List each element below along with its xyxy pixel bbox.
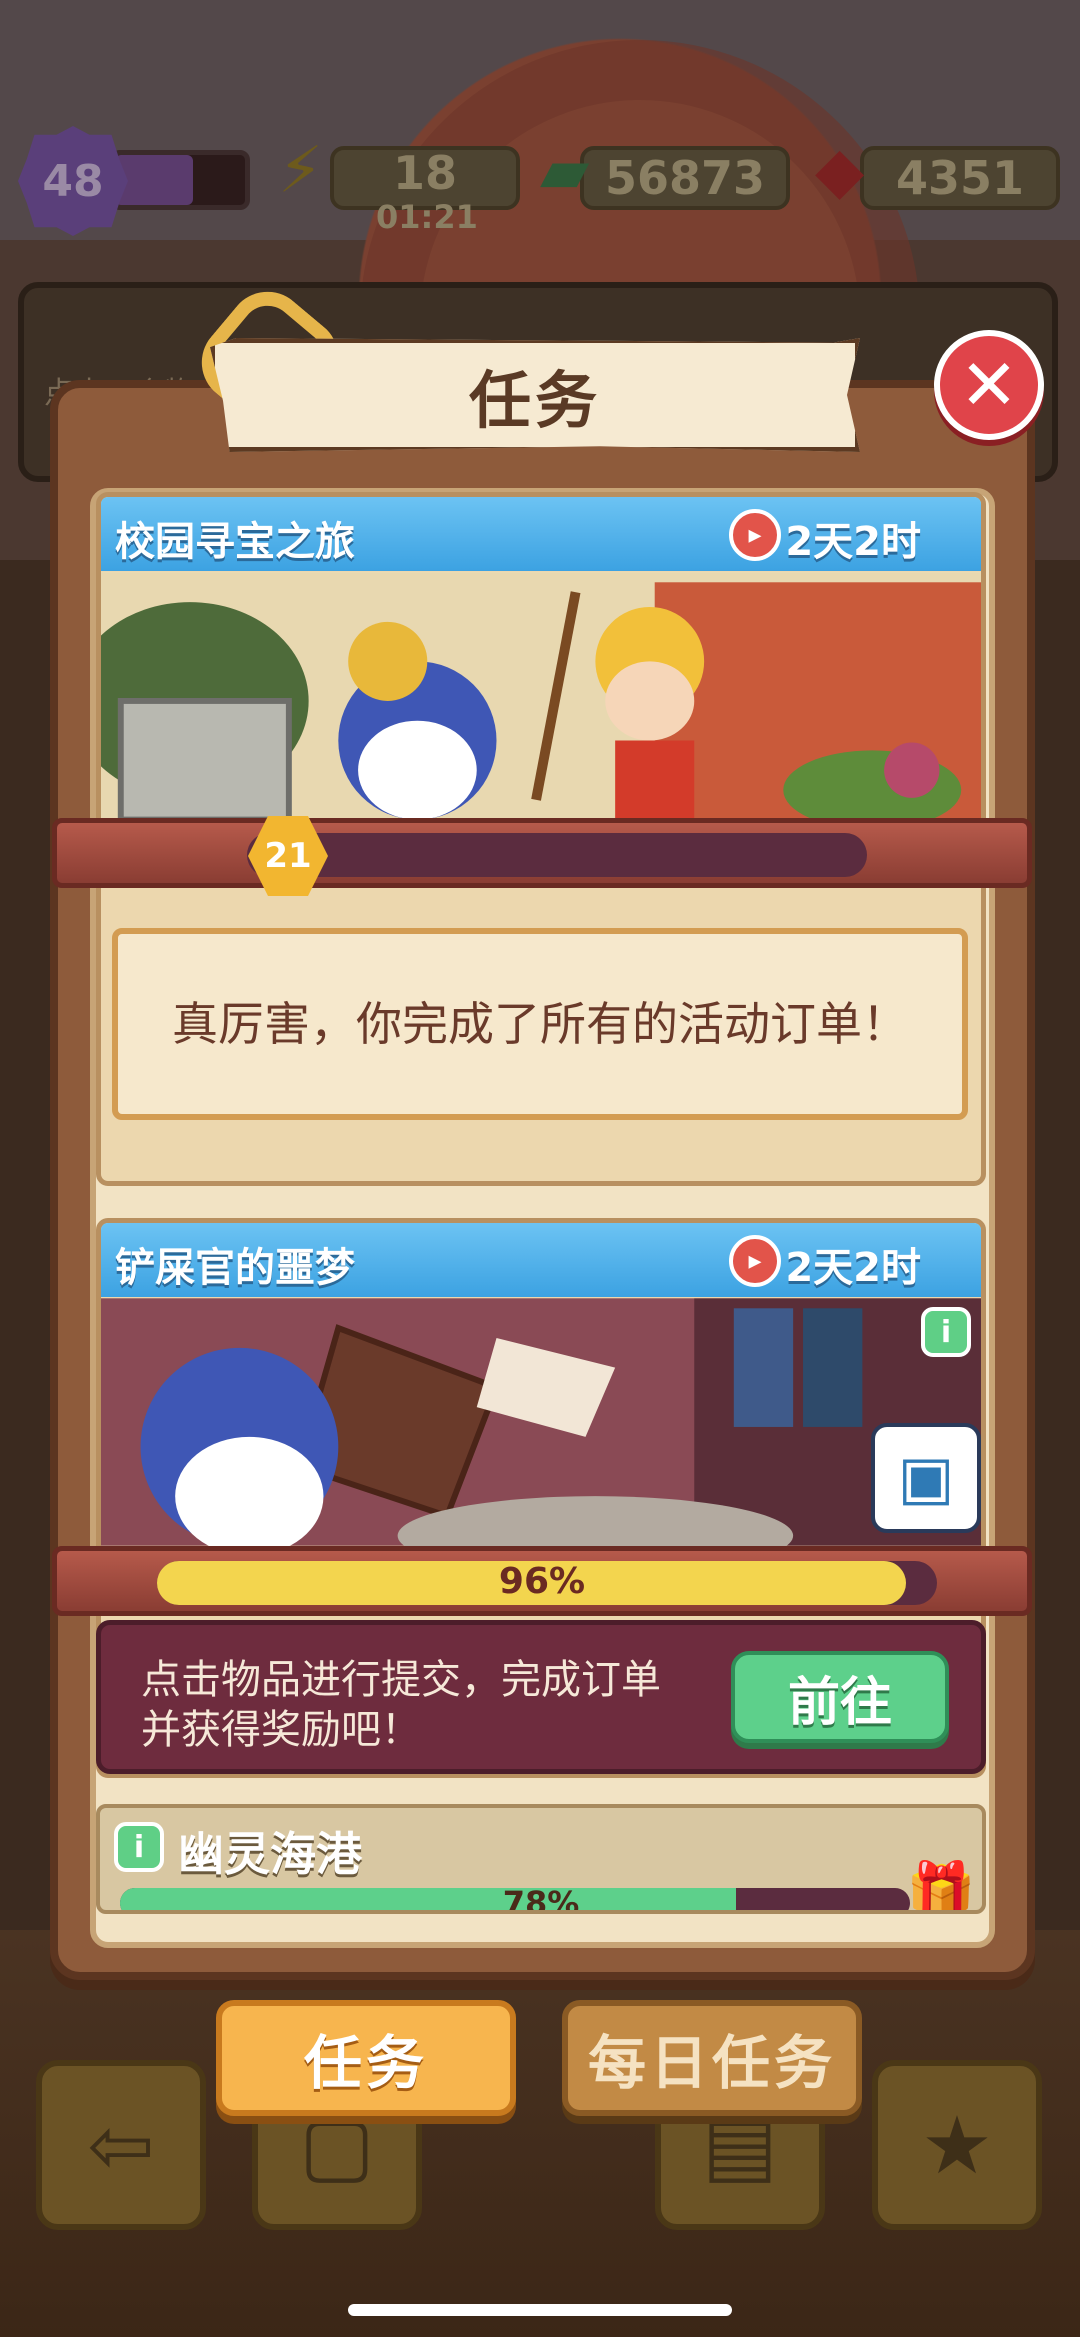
event-title: 校园寻宝之旅 [115,519,355,565]
clock-icon: ▸ [729,1235,781,1287]
modal-title-banner: 任务 [210,338,860,452]
tab-tasks[interactable]: 任务 [216,2000,516,2116]
level-progress [110,150,250,210]
event-title: 幽灵海港 [178,1827,362,1881]
resource-bar: 48 18 ⚡ 01:21 56873 ▰ 4351 ◆ [0,120,1080,240]
event-progress-rail [52,818,1032,888]
gem-value: 4351 [895,151,1025,205]
modal-title: 任务 [468,364,601,437]
close-button[interactable]: ✕ [934,330,1044,440]
player-level-badge[interactable]: 48 [18,126,128,236]
clock-icon: ▸ [729,509,781,561]
event-art-nightmare [101,1298,981,1547]
event-title: 铲屎官的噩梦 [115,1245,355,1291]
clipboard-star-icon[interactable]: ★ [872,2060,1042,2230]
energy-timer: 01:21 [376,198,478,236]
info-icon[interactable]: i [114,1822,164,1872]
event-art-campus [101,572,981,821]
go-button[interactable]: 前往 [731,1651,949,1743]
event-timer: 2天2时 [785,519,921,565]
event-complete-message: 真厉害，你完成了所有的活动订单！ [172,997,908,1051]
event-complete-message-box: 真厉害，你完成了所有的活动订单！ [112,928,968,1120]
treasure-chest-icon[interactable]: ▣ [871,1423,981,1533]
tab-daily-tasks[interactable]: 每日任务 [562,2000,862,2116]
home-indicator[interactable] [348,2304,732,2316]
cash-counter[interactable]: 56873 [580,146,790,210]
lightning-icon: ⚡ [278,134,323,208]
ruby-icon: ◆ [815,134,865,208]
event-progress-rail: 96% [52,1546,1032,1616]
submit-panel: 点击物品进行提交，完成订单并获得奖励吧！ 前往 [96,1620,986,1774]
energy-value: 18 [392,146,457,200]
background-shelf-right [1030,560,1080,2010]
event-header: 铲屎官的噩梦 ▸ 2天2时 [101,1223,981,1297]
event-header: 校园寻宝之旅 ▸ 2天2时 [101,497,981,571]
cash-icon: ▰ [540,134,590,208]
gift-icon: 🎁 [906,1859,976,1914]
event-progress-label: 78% [502,1884,580,1914]
close-icon: ✕ [959,344,1019,426]
event-card-ghost-harbor[interactable]: i 幽灵海港 78% 🎁 [96,1804,986,1914]
event-timer: 2天2时 [785,1245,921,1291]
gem-counter[interactable]: 4351 [860,146,1060,210]
info-icon[interactable]: i [921,1307,971,1357]
event-progress-track [247,833,867,877]
back-arrow-icon[interactable]: ⇦ [36,2060,206,2230]
event-progress-label: 96% [498,1560,586,1602]
event-level-value: 21 [264,836,312,876]
submit-hint: 点击物品进行提交，完成订单并获得奖励吧！ [141,1657,661,1753]
cash-value: 56873 [604,151,766,205]
